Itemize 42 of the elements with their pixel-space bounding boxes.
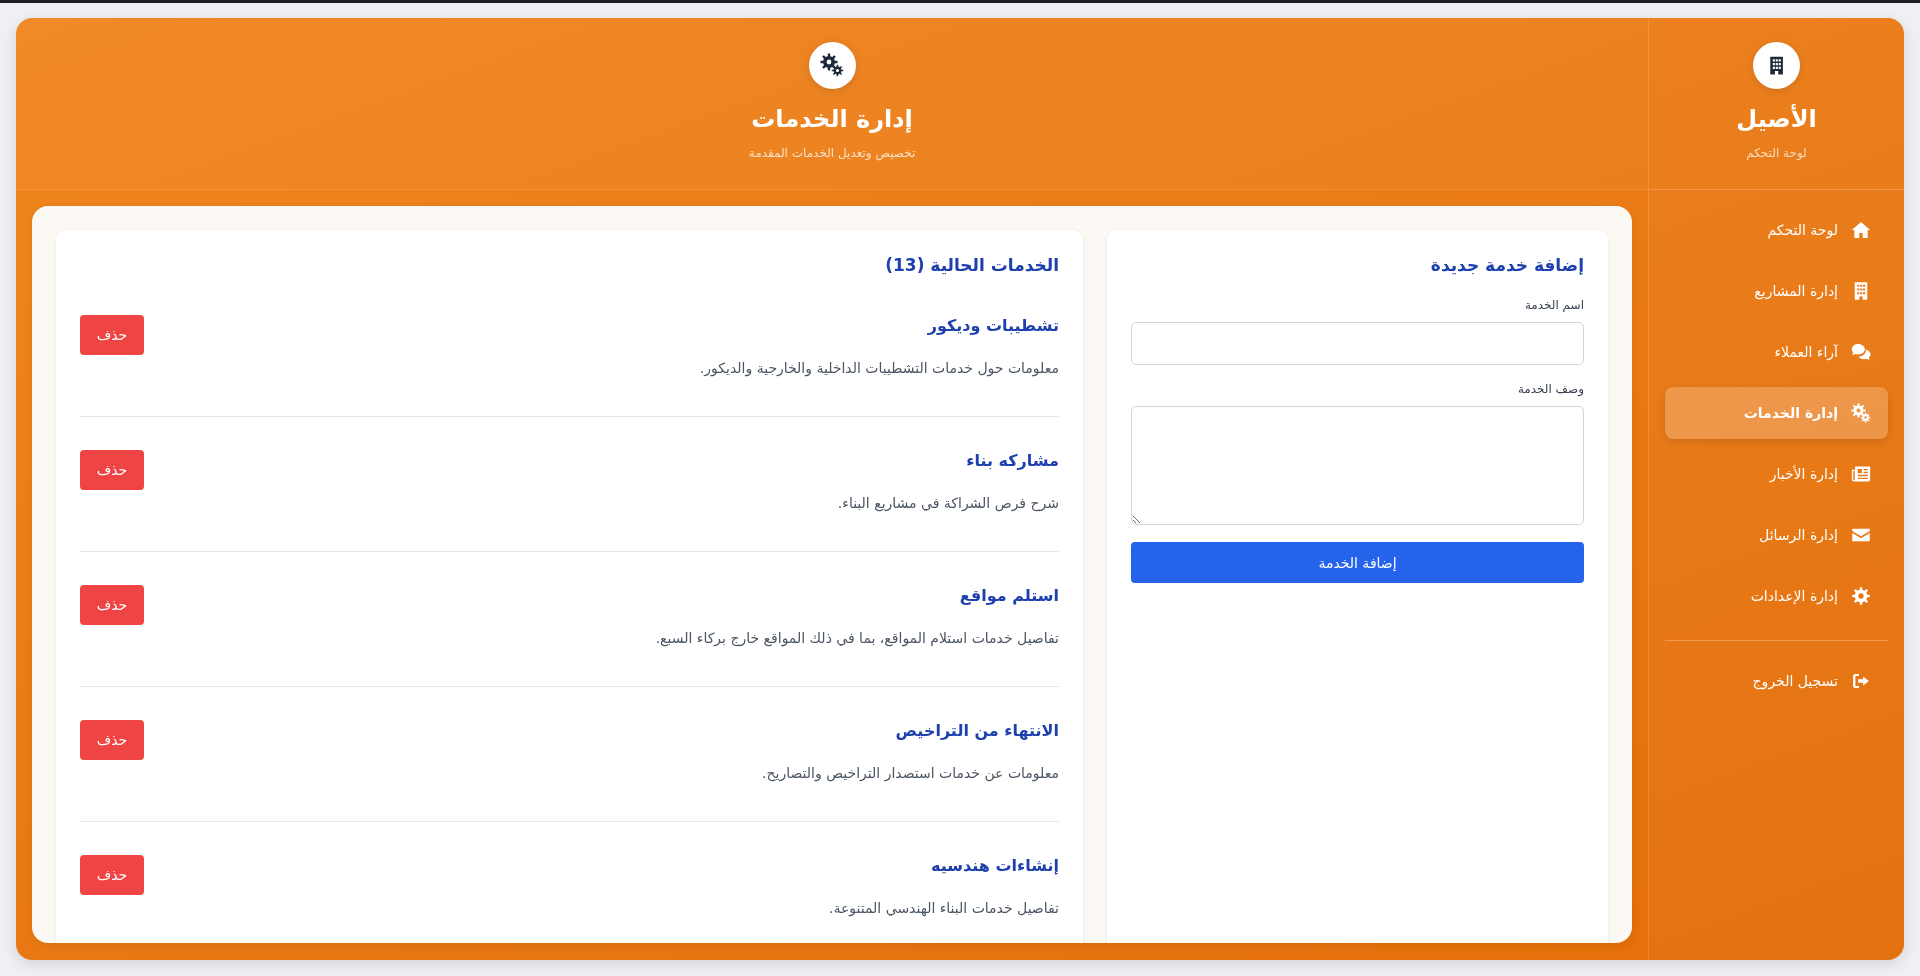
delete-button[interactable]: حذف (80, 450, 144, 490)
gears-icon (808, 42, 856, 89)
text-area[interactable] (1131, 406, 1584, 525)
delete-button[interactable]: حذف (80, 720, 144, 760)
delete-button[interactable]: حذف (80, 855, 144, 895)
form-title: إضافة خدمة جديدة (1429, 254, 1584, 276)
page-title: إدارة الخدمات (751, 104, 913, 135)
delete-button[interactable]: حذف (80, 315, 144, 355)
nav-item[interactable]: إدارة المشاريع (1665, 265, 1888, 317)
field-label: اسم الخدمة (1523, 297, 1584, 314)
submit-button[interactable]: إضافة الخدمة (1131, 542, 1584, 583)
list-title: الخدمات الحالية (13) (884, 254, 1059, 276)
nav-item[interactable]: إدارة الرسائل (1665, 509, 1888, 561)
gears-icon (1851, 403, 1871, 423)
brand-subtitle: لوحة التحكم (1746, 145, 1807, 162)
building-icon (1753, 42, 1800, 89)
service-title: استلم مواقع (958, 585, 1059, 607)
input-field[interactable] (1131, 322, 1584, 365)
service-description: شرح فرص الشراكة في مشاريع البناء. (837, 494, 1059, 514)
nav-item[interactable]: إدارة الخدمات (1665, 387, 1888, 439)
delete-button[interactable]: حذف (80, 585, 144, 625)
nav-item[interactable]: إدارة الإعدادات (1665, 570, 1888, 622)
service-title: الانتهاء من التراخيص (894, 720, 1059, 742)
service-description: تفاصيل خدمات البناء الهندسي المتنوعة. (829, 899, 1059, 919)
service-title: إنشاءات هندسيه (930, 855, 1059, 877)
newspaper-icon (1851, 464, 1871, 484)
logout-button[interactable]: تسجيل الخروج (1665, 655, 1888, 707)
service-description: معلومات عن خدمات استصدار التراخيص والتصاريح. (762, 764, 1059, 784)
service-description: معلومات حول خدمات التشطيبات الداخلية والخارجية والديكور. (699, 359, 1059, 379)
nav-item[interactable]: آراء العملاء (1665, 326, 1888, 378)
home-icon (1851, 220, 1871, 240)
logout-icon (1851, 671, 1871, 691)
service-description: تفاصيل خدمات استلام المواقع، بما في ذلك المواقع خارج بركاء السبع. (655, 629, 1059, 649)
field-label: وصف الخدمة (1516, 381, 1584, 398)
page-subtitle: تخصيص وتعديل الخدمات المقدمة (748, 145, 916, 162)
settings-icon (1851, 586, 1871, 606)
service-title: تشطيبات وديكور (926, 315, 1059, 337)
nav-item[interactable]: إدارة الأخبار (1665, 448, 1888, 500)
chat-bubbles-icon (1851, 342, 1871, 362)
nav-item[interactable]: لوحة التحكم (1665, 204, 1888, 256)
service-title: مشاركه بناء (965, 450, 1059, 472)
brand-title: الأصيل (1736, 103, 1817, 135)
